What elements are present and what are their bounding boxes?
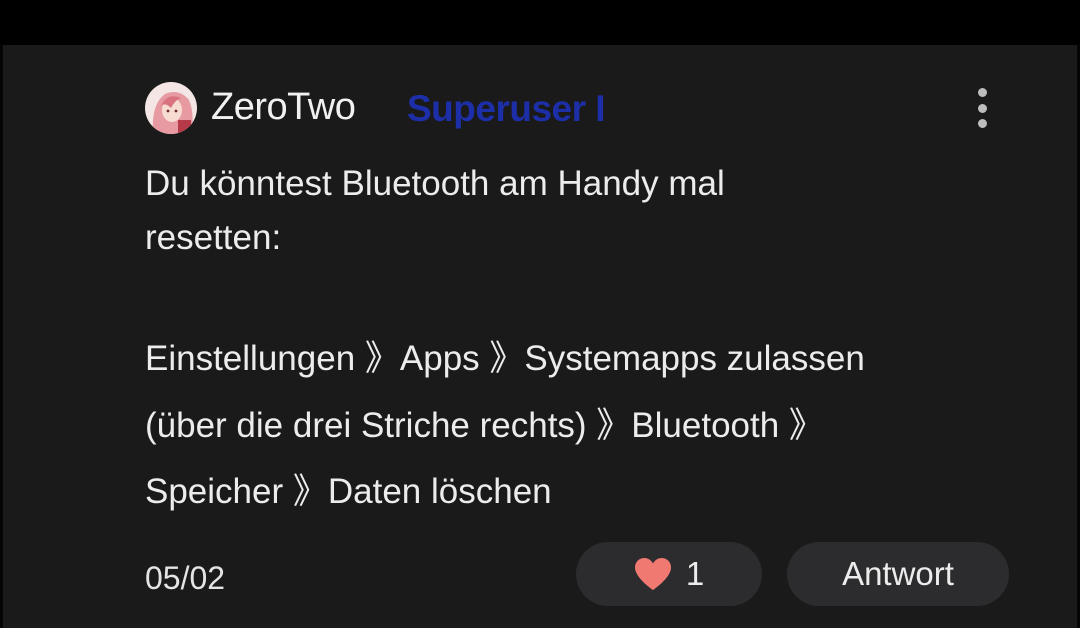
- more-vertical-icon-dot: [977, 119, 987, 128]
- author-name[interactable]: ZeroTwo: [211, 86, 356, 129]
- like-count: 1: [685, 555, 705, 592]
- top-black-bar: [0, 0, 1080, 45]
- comment-text-line: Du könntest Bluetooth am Handy mal: [145, 164, 725, 203]
- heart-icon: [634, 558, 671, 590]
- comment-text-line: resetten:: [145, 218, 282, 257]
- more-vertical-icon: [977, 88, 987, 97]
- more-options-button[interactable]: [966, 86, 998, 130]
- comment-date: 05/02: [145, 560, 226, 596]
- avatar[interactable]: [145, 82, 197, 134]
- more-vertical-icon-dot: [977, 103, 987, 113]
- comment-text-line: Speicher 》Daten löschen: [145, 472, 552, 511]
- comment-text-line: (über die drei Striche rechts) 》Bluetoot…: [145, 406, 824, 445]
- comment-text-line: Einstellungen 》Apps 》Systemapps zulassen: [145, 339, 865, 378]
- reply-button[interactable]: Antwort: [787, 542, 1009, 606]
- like-button[interactable]: 1: [576, 542, 762, 606]
- user-rank-badge: Superuser I: [407, 88, 606, 129]
